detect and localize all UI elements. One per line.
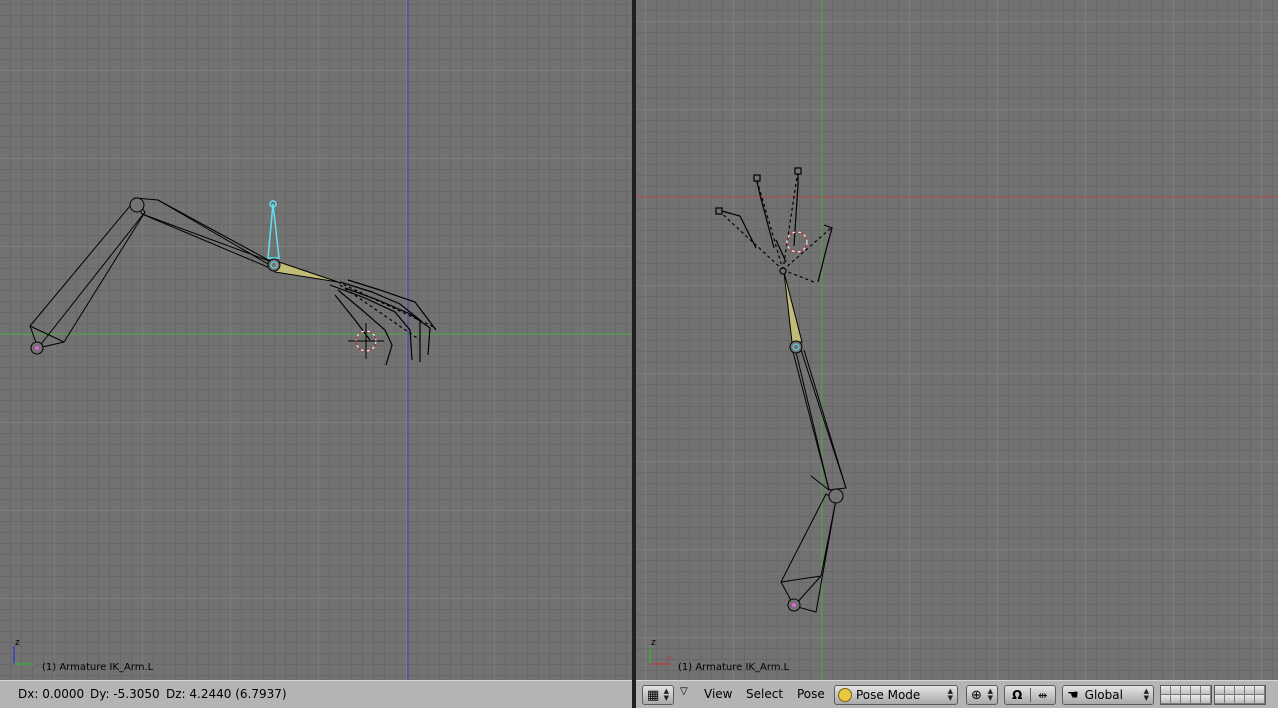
updown-icon: ▲ ▼ (1143, 687, 1149, 702)
forearm-bone (129, 197, 276, 269)
delta-y-readout: Dy: -5.3050 (90, 687, 160, 701)
editor-type-button[interactable]: ▦ ▲ ▼ (642, 685, 674, 705)
viewport-front[interactable]: z x (1) Armature IK_Arm.L (636, 0, 1278, 680)
3d-cursor (786, 231, 808, 253)
axis-gizmo (13, 646, 34, 665)
mode-selector[interactable]: Pose Mode ▲ ▼ (834, 685, 958, 705)
updown-icon: ▲ ▼ (663, 687, 669, 702)
pivot-icon[interactable]: Ω (1005, 688, 1031, 702)
armature-canvas-side (0, 0, 632, 680)
layer-buttons-group1[interactable] (1160, 685, 1212, 705)
finger-bones (329, 279, 437, 366)
pivot-controls[interactable]: Ω ⇹ (1004, 685, 1056, 705)
menu-view[interactable]: View (704, 687, 732, 701)
rotation-handle-icon[interactable]: ⇹ (1031, 689, 1056, 702)
axis-label-z: z (15, 638, 20, 648)
delta-x-readout: Dx: 0.0000 (18, 687, 85, 701)
wrist-joint (789, 340, 803, 354)
upper-arm-bone (780, 493, 837, 613)
shading-icon: ⊕ (971, 687, 982, 703)
menu-pose[interactable]: Pose (797, 687, 825, 701)
object-label: (1) Armature IK_Arm.L (678, 662, 790, 673)
hand-bone-selected (272, 259, 339, 283)
axis-label-z: z (651, 638, 656, 648)
object-label: (1) Armature IK_Arm.L (42, 662, 154, 673)
layer-buttons-group2[interactable] (1214, 685, 1266, 705)
updown-icon: ▲ ▼ (947, 687, 953, 702)
view3d-header: ▦ ▲ ▼ ▽ View Select Pose Pose Mode ▲ ▼ ⊕ ▲… (636, 680, 1278, 708)
collapse-menus-icon[interactable]: ▽ (680, 686, 688, 697)
transform-readout-bar: Dx: 0.0000 Dy: -5.3050 Dz: 4.2440 (6.793… (0, 680, 632, 708)
viewport-side[interactable]: z (1) Armature IK_Arm.L (0, 0, 632, 680)
pose-mode-icon (838, 688, 852, 702)
grid-icon: ▦ (647, 687, 660, 703)
draw-type-button[interactable]: ⊕ ▲ ▼ (966, 685, 998, 705)
axis-label-x: x (666, 654, 672, 664)
upper-arm-bone (29, 199, 146, 355)
armature-canvas-front (636, 0, 1278, 680)
hand-manipulator-icon[interactable]: ☚ (1067, 688, 1079, 703)
mode-label: Pose Mode (856, 688, 921, 702)
forearm-bone (792, 349, 847, 504)
finger-bones (715, 167, 833, 283)
delta-z-readout: Dz: 4.2440 (6.7937) (166, 687, 287, 701)
3d-cursor (348, 323, 384, 359)
ik-target-bone (267, 200, 280, 259)
wrist-joint (267, 258, 281, 272)
orientation-label: Global (1084, 688, 1123, 702)
transform-orientation[interactable]: ☚ Global ▲ ▼ (1062, 685, 1154, 705)
updown-icon: ▲ ▼ (987, 687, 993, 702)
hand-bone-selected (783, 271, 803, 343)
menu-select[interactable]: Select (746, 687, 783, 701)
